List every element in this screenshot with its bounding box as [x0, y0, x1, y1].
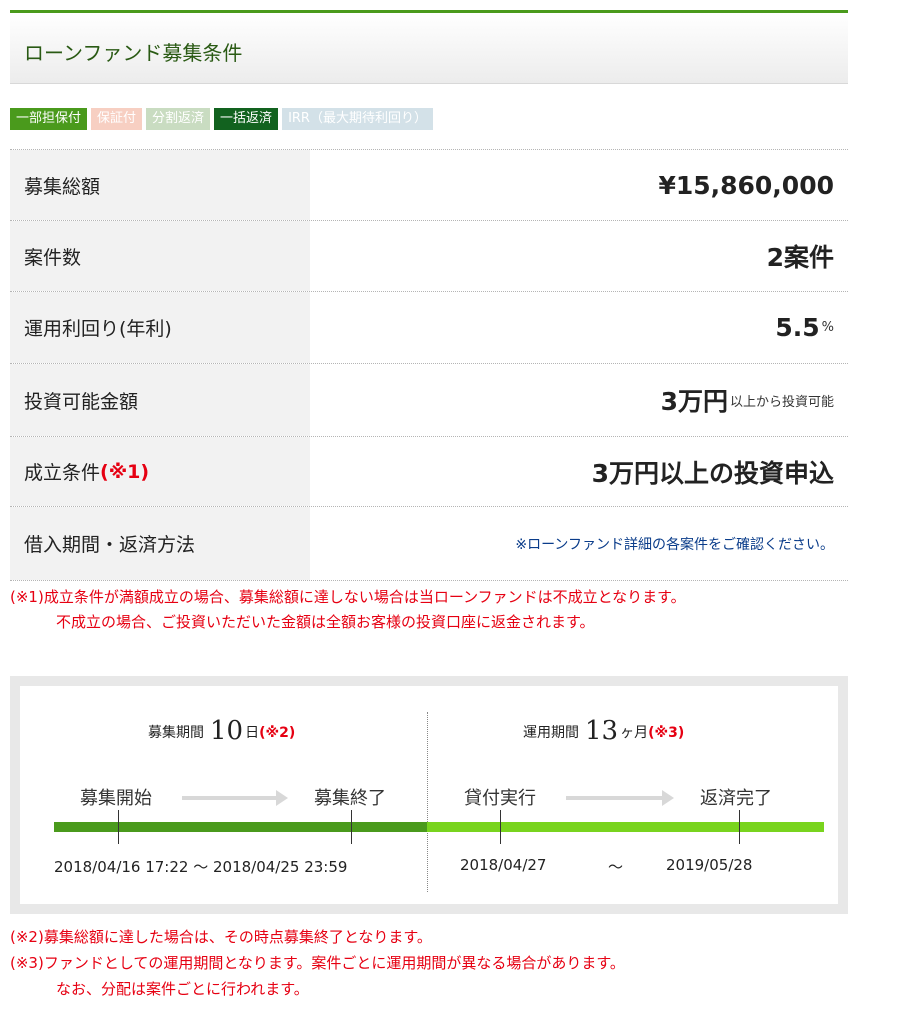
recruit-period-num: 10 — [210, 716, 244, 746]
recruit-period-bar — [54, 822, 427, 832]
step-loan-execution: 貸付実行 — [464, 788, 536, 809]
operation-period: 運用期間 13 ヶ月(※3) — [523, 716, 684, 746]
section-title: ローンファンド募集条件 — [24, 41, 243, 65]
note-1-line-1: (※1)成立条件が満額成立の場合、募集総額に達しない場合は当ローンファンドは不成… — [10, 588, 686, 606]
recruit-period-unit: 日 — [245, 725, 260, 741]
tick-recruit-start — [118, 810, 119, 844]
tag-partial-collateral: 一部担保付 — [10, 108, 88, 130]
note-2: (※2)募集総額に達した場合は、その時点募集終了となります。 (※3)ファンドと… — [10, 924, 625, 1002]
timeline-box: 募集期間 10 日(※2) 運用期間 13 ヶ月(※3) 募集開始 募集終了 貸付実行 … — [10, 676, 848, 914]
conditions-table: 募集総額 ¥15,860,000 案件数 2案件 運用利回り(年利) 5.5 %… — [10, 149, 848, 581]
case-count-value: 2案件 — [766, 243, 834, 272]
loan-period-note: ※ローンファンド詳細の各案件をご確認ください。 — [515, 536, 834, 553]
operation-period-num: 13 — [585, 716, 619, 746]
operation-period-bar — [427, 822, 824, 832]
feature-tags: 一部担保付 保証付 分割返済 一括返済 IRR（最大期待利回り） — [10, 108, 433, 130]
tick-repayment-complete — [739, 810, 740, 844]
operation-period-unit: ヶ月 — [620, 725, 649, 741]
note-2-line-1: (※2)募集総額に達した場合は、その時点募集終了となります。 — [10, 928, 432, 946]
step-recruit-end: 募集終了 — [314, 788, 386, 809]
note-1: (※1)成立条件が満額成立の場合、募集総額に達しない場合は当ローンファンドは不成… — [10, 585, 686, 635]
recruit-date-range: 2018/04/16 17:22 〜 2018/04/25 23:59 — [54, 858, 348, 876]
recruit-period-label: 募集期間 — [148, 725, 204, 741]
row-label: 借入期間・返済方法 — [10, 507, 310, 580]
min-investment-value: 3万円 — [660, 387, 728, 416]
tick-recruit-end — [351, 810, 352, 844]
row-condition: 成立条件 (※1) 3万円以上の投資申込 — [10, 436, 848, 506]
note-1-line-2: 不成立の場合、ご投資いただいた金額は全額お客様の投資口座に返金されます。 — [56, 613, 595, 631]
note-2-line-2: (※3)ファンドとしての運用期間となります。案件ごとに運用期間が異なる場合があり… — [10, 954, 625, 972]
section-header: ローンファンド募集条件 — [10, 10, 848, 84]
row-label: 運用利回り(年利) — [10, 292, 310, 363]
row-loan-period: 借入期間・返済方法 ※ローンファンド詳細の各案件をご確認ください。 — [10, 506, 848, 581]
tag-irr: IRR（最大期待利回り） — [282, 108, 433, 130]
tag-guaranteed: 保証付 — [91, 108, 143, 130]
condition-note-mark: (※1) — [100, 460, 150, 483]
arrow-right-icon — [276, 790, 288, 806]
operation-period-mark: (※3) — [648, 725, 685, 741]
row-min-investment: 投資可能金額 3万円 以上から投資可能 — [10, 363, 848, 436]
arrow-right-icon — [662, 790, 674, 806]
arrow-operation — [566, 796, 662, 800]
timeline: 募集期間 10 日(※2) 運用期間 13 ヶ月(※3) 募集開始 募集終了 貸付実行 … — [20, 686, 838, 904]
yield-unit: % — [821, 320, 834, 335]
row-label: 募集総額 — [10, 150, 310, 220]
row-yield: 運用利回り(年利) 5.5 % — [10, 291, 848, 363]
step-recruit-start: 募集開始 — [80, 788, 152, 809]
row-total-amount: 募集総額 ¥15,860,000 — [10, 149, 848, 220]
period-divider — [427, 712, 428, 892]
note-2-line-3: なお、分配は案件ごとに行われます。 — [56, 980, 309, 998]
tag-lump-sum-repayment: 一括返済 — [214, 108, 279, 130]
row-label: 成立条件 — [24, 462, 101, 484]
tag-installment-repayment: 分割返済 — [146, 108, 211, 130]
date-tilde: 〜 — [608, 858, 624, 876]
yield-value: 5.5 — [775, 313, 820, 342]
loan-date: 2018/04/27 — [460, 856, 547, 874]
row-case-count: 案件数 2案件 — [10, 220, 848, 291]
total-amount-value: ¥15,860,000 — [658, 170, 834, 200]
row-label: 投資可能金額 — [10, 364, 310, 436]
step-repayment-complete: 返済完了 — [700, 788, 772, 809]
condition-value: 3万円以上の投資申込 — [591, 458, 834, 488]
min-investment-suffix: 以上から投資可能 — [729, 394, 834, 410]
recruit-period: 募集期間 10 日(※2) — [148, 716, 295, 746]
repayment-date: 2019/05/28 — [666, 856, 753, 874]
arrow-recruit — [182, 796, 276, 800]
tick-loan-execution — [500, 810, 501, 844]
operation-period-label: 運用期間 — [523, 725, 579, 741]
recruit-period-mark: (※2) — [259, 725, 296, 741]
row-label: 案件数 — [10, 221, 310, 291]
